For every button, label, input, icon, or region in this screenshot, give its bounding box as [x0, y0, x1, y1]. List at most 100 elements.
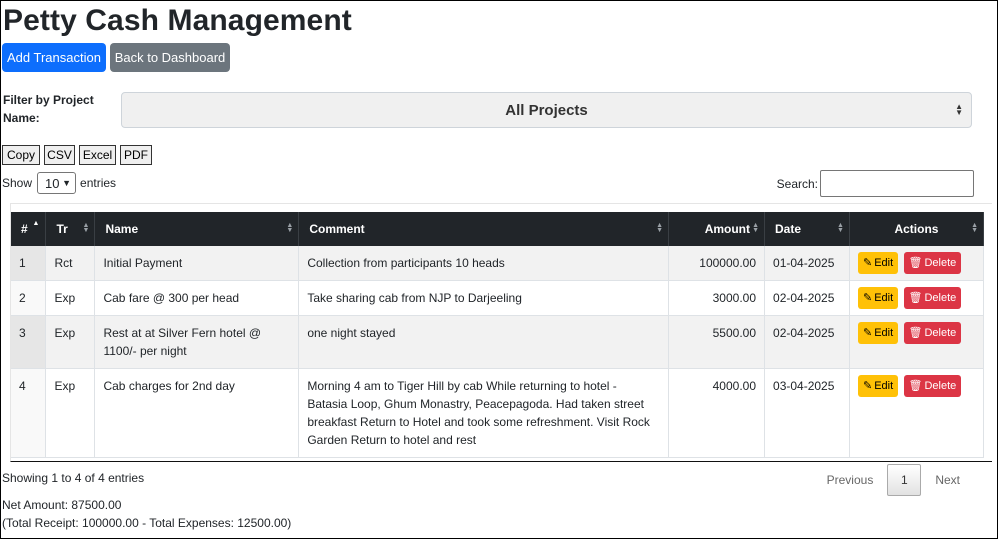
table-row: 2 Exp Cab fare @ 300 per head Take shari… — [11, 280, 985, 316]
delete-button[interactable]: 🗑 Delete — [903, 375, 962, 397]
next-page-button[interactable]: Next — [921, 464, 974, 496]
col-header-tr[interactable]: Tr ▲ ▼ — [45, 212, 96, 246]
sort-icon: ▲ — [32, 220, 40, 227]
edit-label: Edit — [874, 327, 894, 339]
cell-actions: ✎ Edit 🗑 Delete — [849, 368, 985, 458]
entries-select[interactable]: 10 ▼ — [37, 172, 77, 194]
sort-icon: ▲ ▼ — [752, 222, 760, 234]
pdf-button[interactable]: PDF — [120, 145, 152, 165]
totals-summary: Net Amount: 87500.00 (Total Receipt: 100… — [2, 496, 291, 532]
copy-button[interactable]: Copy — [2, 145, 40, 165]
search-input[interactable] — [820, 170, 974, 197]
cell-name: Cab charges for 2nd day — [94, 368, 300, 458]
edit-button[interactable]: ✎ Edit — [857, 252, 899, 274]
sort-icon: ▲ ▼ — [656, 222, 664, 234]
transactions-table-wrapper: # ▲ Tr ▲ ▼ Name ▲ ▼ Comment ▲ ▼ Amount ▲ ▼ Date ▲ ▼… — [10, 203, 992, 462]
cell-date: 02-04-2025 — [764, 280, 850, 316]
back-to-dashboard-button[interactable]: Back to Dashboard — [110, 43, 230, 72]
cell-comment: Collection from participants 10 heads — [298, 246, 670, 281]
cell-comment: one night stayed — [298, 315, 670, 369]
pencil-icon: ✎ — [862, 292, 873, 304]
edit-label: Edit — [874, 257, 894, 269]
cell-tr: Exp — [45, 315, 96, 369]
edit-label: Edit — [874, 380, 894, 392]
sort-icon: ▲ ▼ — [286, 222, 294, 234]
cell-tr: Exp — [45, 280, 96, 316]
cell-amount: 4000.00 — [668, 368, 766, 458]
search-label: Search: — [776, 176, 818, 191]
pagination: Previous 1 Next — [813, 464, 974, 496]
cell-date: 02-04-2025 — [764, 315, 850, 369]
col-header-actions[interactable]: Actions ▲ ▼ — [849, 212, 985, 246]
cell-number: 1 — [11, 246, 47, 281]
entries-select-value: 10 — [45, 175, 60, 191]
cell-number: 3 — [11, 315, 47, 369]
cell-number: 2 — [11, 280, 47, 316]
cell-tr: Exp — [45, 368, 96, 458]
trash-icon: 🗑 — [908, 292, 923, 304]
edit-label: Edit — [874, 292, 894, 304]
previous-page-button[interactable]: Previous — [813, 464, 888, 496]
delete-button[interactable]: 🗑 Delete — [903, 287, 962, 309]
pencil-icon: ✎ — [862, 257, 873, 269]
chevron-down-icon: ▼ — [62, 178, 72, 188]
sort-icon: ▲ ▼ — [971, 222, 978, 234]
totals-breakdown: (Total Receipt: 100000.00 - Total Expens… — [2, 516, 292, 530]
net-amount: Net Amount: 87500.00 — [2, 498, 122, 512]
delete-button[interactable]: 🗑 Delete — [903, 322, 962, 344]
table-row: 4 Exp Cab charges for 2nd day Morning 4 … — [11, 368, 985, 458]
project-filter-value: All Projects — [505, 101, 588, 119]
col-header-date[interactable]: Date ▲ ▼ — [764, 212, 850, 246]
trash-icon: 🗑 — [908, 380, 923, 392]
col-header-amount[interactable]: Amount ▲ ▼ — [668, 212, 766, 246]
col-header-name[interactable]: Name ▲ ▼ — [94, 212, 300, 246]
cell-actions: ✎ Edit 🗑 Delete — [849, 246, 985, 281]
cell-actions: ✎ Edit 🗑 Delete — [849, 315, 985, 369]
search-control: Search: — [777, 170, 974, 197]
cell-date: 03-04-2025 — [764, 368, 850, 458]
col-header-number[interactable]: # ▲ — [11, 212, 47, 246]
delete-label: Delete — [924, 380, 957, 392]
excel-button[interactable]: Excel — [79, 145, 116, 165]
pencil-icon: ✎ — [862, 327, 873, 339]
sort-icon: ▲ ▼ — [82, 222, 90, 234]
select-arrows-icon: ▲ ▼ — [955, 102, 963, 117]
csv-button[interactable]: CSV — [44, 145, 75, 165]
cell-amount: 5500.00 — [668, 315, 766, 369]
edit-button[interactable]: ✎ Edit — [857, 287, 899, 309]
page-title: Petty Cash Management — [3, 4, 352, 37]
cell-comment: Morning 4 am to Tiger Hill by cab While … — [298, 368, 670, 458]
edit-button[interactable]: ✎ Edit — [857, 375, 899, 397]
table-header-row: # ▲ Tr ▲ ▼ Name ▲ ▼ Comment ▲ ▼ Amount ▲ ▼ Date ▲ ▼… — [11, 212, 985, 246]
transactions-table: # ▲ Tr ▲ ▼ Name ▲ ▼ Comment ▲ ▼ Amount ▲ ▼ Date ▲ ▼… — [11, 212, 985, 458]
delete-label: Delete — [924, 292, 957, 304]
show-label: Show — [2, 176, 33, 190]
delete-label: Delete — [924, 327, 957, 339]
edit-button[interactable]: ✎ Edit — [857, 322, 899, 344]
delete-label: Delete — [924, 257, 957, 269]
entries-label: entries — [80, 176, 117, 190]
page-1-button[interactable]: 1 — [887, 464, 922, 496]
col-header-comment[interactable]: Comment ▲ ▼ — [298, 212, 670, 246]
filter-label: Filter by Project Name: — [3, 93, 94, 125]
cell-name: Cab fare @ 300 per head — [94, 280, 300, 316]
cell-tr: Rct — [45, 246, 96, 281]
cell-date: 01-04-2025 — [764, 246, 850, 281]
cell-name: Initial Payment — [94, 246, 300, 281]
entries-length-control: Show 10 ▼ entries — [2, 171, 116, 195]
trash-icon: 🗑 — [908, 257, 923, 269]
cell-amount: 100000.00 — [668, 246, 766, 281]
delete-button[interactable]: 🗑 Delete — [903, 252, 962, 274]
table-row: 1 Rct Initial Payment Collection from pa… — [11, 246, 985, 281]
cell-amount: 3000.00 — [668, 280, 766, 316]
trash-icon: 🗑 — [908, 327, 923, 339]
table-row: 3 Exp Rest at at Silver Fern hotel @ 110… — [11, 315, 985, 369]
sort-icon: ▲ ▼ — [837, 222, 844, 234]
table-info: Showing 1 to 4 of 4 entries — [2, 471, 145, 485]
add-transaction-button[interactable]: Add Transaction — [2, 43, 106, 72]
cell-actions: ✎ Edit 🗑 Delete — [849, 280, 985, 316]
cell-comment: Take sharing cab from NJP to Darjeeling — [298, 280, 670, 316]
pencil-icon: ✎ — [862, 380, 873, 392]
project-filter-select[interactable]: All Projects ▲ ▼ — [121, 92, 972, 128]
cell-number: 4 — [11, 368, 47, 458]
